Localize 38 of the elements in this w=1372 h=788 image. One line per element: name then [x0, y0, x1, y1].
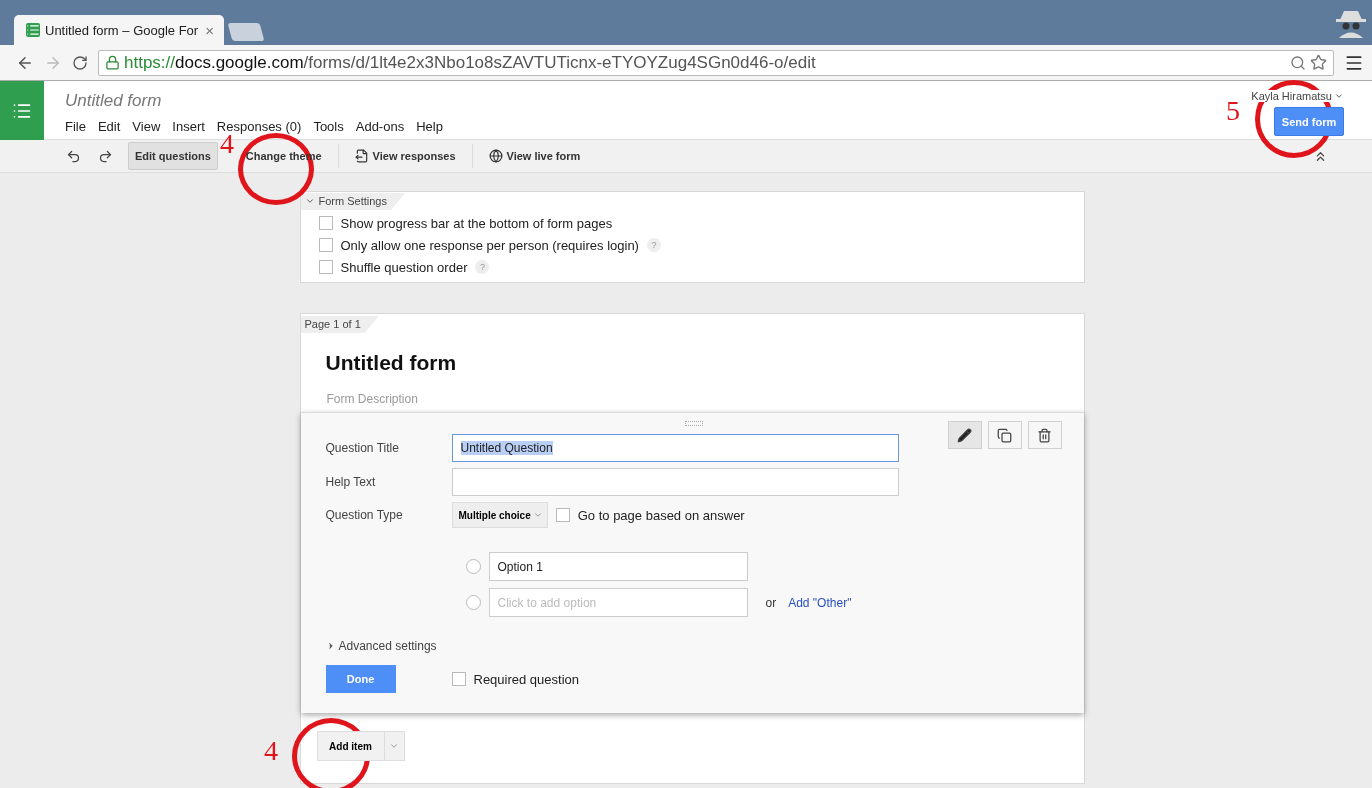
add-item-button[interactable]: Add item	[316, 731, 385, 761]
advanced-settings-toggle[interactable]: Advanced settings	[325, 639, 1062, 653]
checkbox-label: Go to page based on answer	[577, 507, 745, 523]
url-path: /forms/d/1lt4e2x3Nbo1o8sZAVTUTicnx-eTYOYZug4SGn0d46-o/edit	[303, 52, 817, 73]
browser-tab[interactable]: Untitled form – Google For ×	[14, 15, 224, 45]
page-label: Page 1 of 1	[300, 316, 379, 333]
or-text: or	[765, 595, 777, 610]
form-title[interactable]: Untitled form	[325, 351, 1084, 375]
annotation-number: 5	[1226, 95, 1240, 127]
checkbox-label: Only allow one response per person (requires login)	[340, 237, 639, 253]
toolbar-button[interactable]: View live form	[481, 142, 588, 170]
add-other-link[interactable]: Add "Other"	[788, 595, 852, 610]
toolbar-button[interactable]: View responses	[347, 142, 463, 170]
menu-item[interactable]: Tools	[313, 119, 344, 134]
close-icon[interactable]: ×	[205, 21, 214, 39]
checkbox-label: Required question	[473, 671, 580, 687]
url-scheme: https://	[124, 52, 176, 73]
menu-item[interactable]: Add-ons	[355, 119, 405, 134]
menu-item[interactable]: View	[132, 119, 161, 134]
question-type-dropdown[interactable]: Multiple choice	[451, 502, 548, 528]
toolbar-button[interactable]: Edit questions	[128, 142, 218, 170]
menu-item[interactable]: Help	[416, 119, 443, 134]
field-label: Question Type	[325, 508, 404, 522]
field-label: Help Text	[325, 475, 377, 489]
checkbox-label: Show progress bar at the bottom of form pages	[340, 215, 613, 231]
option-field[interactable]: Option 1	[488, 552, 748, 581]
field-label: Question Title	[325, 441, 400, 455]
annotation-number: 4	[264, 735, 278, 767]
checkbox-label: Shuffle question order	[340, 259, 468, 275]
menu-item[interactable]: Edit	[97, 119, 121, 134]
input-field[interactable]: Untitled Question	[451, 434, 899, 462]
menu-item[interactable]: Insert	[172, 119, 205, 134]
url-host: docs.google.com	[175, 52, 304, 73]
account-menu[interactable]: Kayla Hiramatsu	[1251, 90, 1344, 102]
menu-item[interactable]: Responses (0)	[216, 119, 302, 134]
settings-toggle[interactable]: Form Settings	[300, 193, 405, 210]
menu-item[interactable]: File	[65, 119, 86, 134]
address-bar[interactable]: https://docs.google.com/forms/d/1lt4e2x3Nbo1o8sZAVTUTicnx-eTYOYZug4SGn0d46-o/edit	[98, 49, 1334, 76]
